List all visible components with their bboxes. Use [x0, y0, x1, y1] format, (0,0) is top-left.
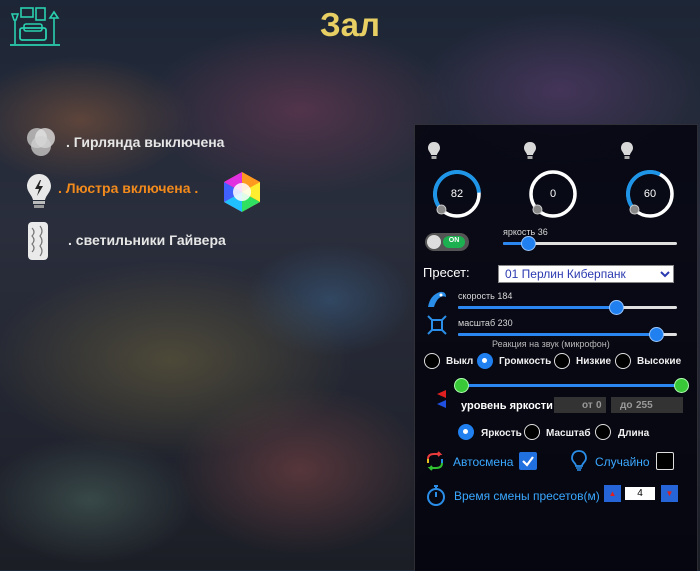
mode-label-scale: Масштаб [546, 428, 591, 439]
sound-radio-off[interactable] [424, 353, 440, 369]
range-from-value: 0 [596, 400, 602, 411]
mode-label-brightness: Яркость [481, 428, 522, 439]
brightness-slider-thumb[interactable] [520, 236, 536, 251]
mode-label-length: Длина [618, 428, 650, 439]
dial-bulb-icon-3 [620, 141, 634, 161]
device-garland-icon[interactable] [24, 126, 58, 158]
range-to-label: до [620, 400, 633, 411]
scale-label: масштаб 230 [458, 318, 513, 328]
sound-label-off: Выкл [446, 356, 474, 367]
mode-radio-length[interactable] [595, 424, 611, 440]
auto-change-label: Автосмена [453, 455, 514, 469]
range-thumb-min[interactable] [454, 378, 469, 393]
device-garland-label[interactable]: . Гирлянда выключена [66, 134, 224, 150]
range-slider-track[interactable] [460, 384, 682, 387]
random-label: Случайно [595, 455, 650, 469]
range-thumb-max[interactable] [674, 378, 689, 393]
auto-change-icon [425, 451, 445, 471]
device-lamp-label[interactable]: . светильники Гайвера [68, 232, 226, 248]
decrement-button[interactable]: ▲ [604, 485, 621, 502]
mode-radio-scale[interactable] [524, 424, 540, 440]
sound-label-low: Низкие [576, 356, 612, 367]
scale-slider-thumb[interactable] [648, 327, 664, 342]
preset-label: Пресет: [423, 265, 470, 280]
timer-icon [426, 484, 446, 506]
range-to-value: 255 [636, 400, 653, 411]
speed-slider-fill [458, 306, 617, 309]
dial-knob[interactable] [532, 204, 543, 215]
dial-knob[interactable] [436, 204, 447, 215]
auto-change-checkbox[interactable] [519, 452, 537, 470]
speed-icon [426, 289, 448, 309]
device-chandelier-icon[interactable] [24, 172, 54, 210]
dial-bulb-icon-1 [427, 141, 441, 161]
scale-icon [427, 315, 447, 335]
device-lamp-icon[interactable] [26, 220, 50, 262]
device-chandelier-label[interactable]: . Люстра включена . [58, 180, 198, 196]
check-icon [522, 456, 534, 467]
random-checkbox[interactable] [656, 452, 674, 470]
dial-3-value: 60 [643, 188, 657, 200]
speed-slider-thumb[interactable] [609, 300, 625, 315]
sound-label-high: Высокие [637, 356, 682, 367]
dial-bulb-icon-2 [523, 141, 537, 161]
sound-label-volume: Громкость [499, 356, 552, 367]
power-toggle[interactable]: ON [425, 233, 469, 251]
scale-slider-fill [458, 333, 656, 336]
change-time-input[interactable]: 4 [625, 487, 655, 500]
sound-radio-high[interactable] [615, 353, 631, 369]
range-from-label: от [582, 400, 593, 411]
sound-caption: Реакция на звук (микрофон) [492, 339, 610, 349]
random-icon [570, 450, 588, 472]
sound-radio-low[interactable] [554, 353, 570, 369]
sound-radio-volume[interactable] [477, 353, 493, 369]
change-time-label: Время смены пресетов(м) [454, 489, 600, 503]
color-hexagon-icon[interactable] [222, 170, 262, 214]
increment-button[interactable]: ▼ [661, 485, 678, 502]
dial-1-value: 82 [450, 188, 464, 200]
speed-label: скорость 184 [458, 291, 513, 301]
page-title: Зал [320, 6, 380, 43]
dial-knob[interactable] [629, 204, 640, 215]
mode-radio-brightness[interactable] [458, 424, 474, 440]
toggle-knob [427, 235, 441, 249]
range-label: уровень яркости: [461, 400, 557, 412]
range-arrows-icon [434, 388, 448, 410]
toggle-label: ON [448, 237, 460, 244]
dial-2-value: 0 [549, 188, 557, 200]
preset-select[interactable]: 01 Перлин Киберпанк [498, 265, 674, 283]
